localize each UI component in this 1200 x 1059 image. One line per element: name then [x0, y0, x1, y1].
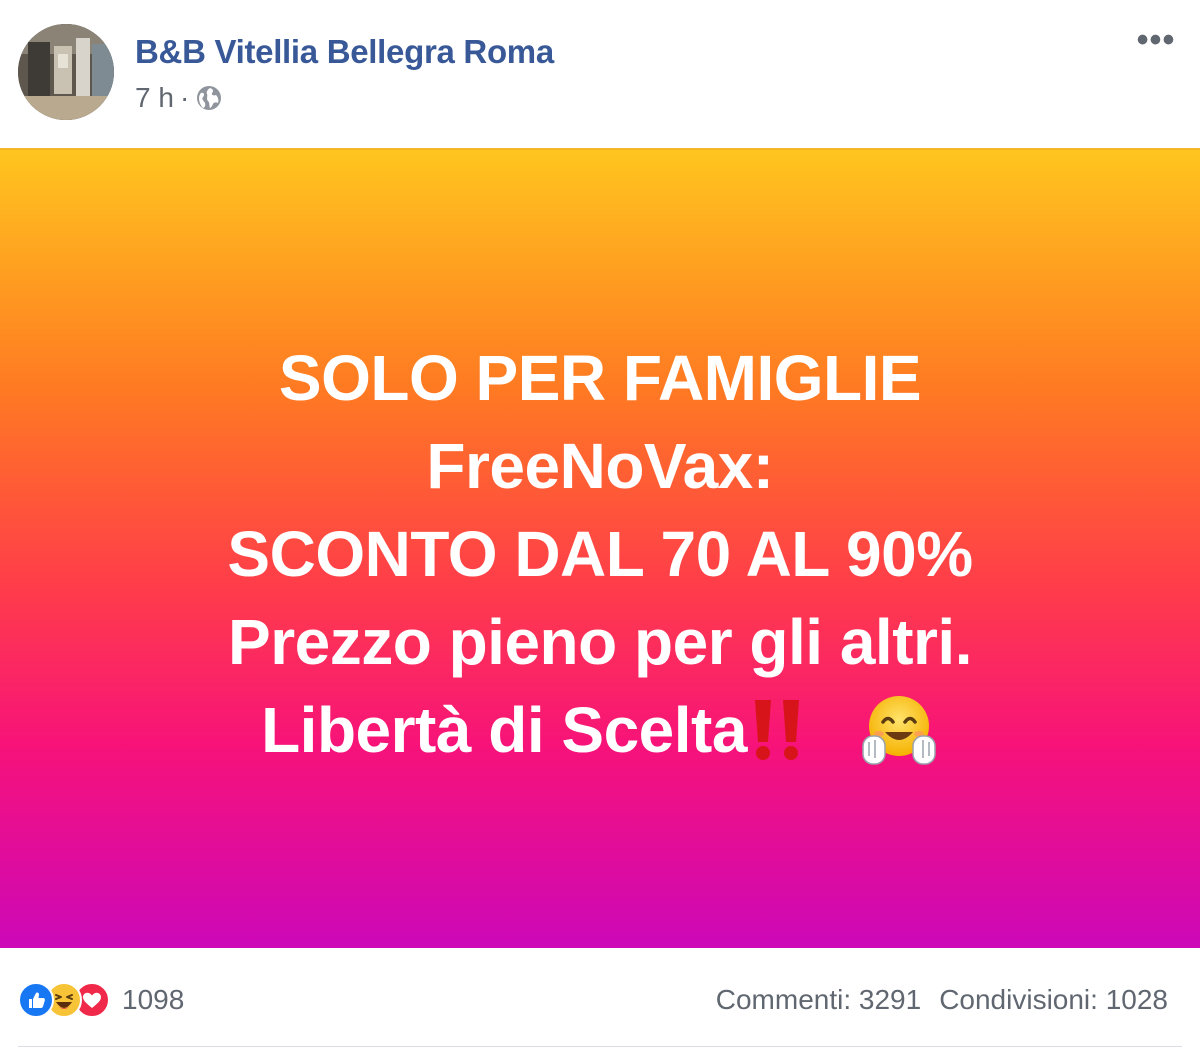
- post-text: SOLO PER FAMIGLIE FreeNoVax: SCONTO DAL …: [0, 334, 1200, 792]
- shares-count-link[interactable]: Condivisioni: 1028: [939, 984, 1168, 1016]
- avatar[interactable]: [18, 24, 114, 120]
- more-options-button[interactable]: •••: [1134, 20, 1178, 60]
- post-footer: 1098 Commenti: 3291 Condivisioni: 1028: [0, 948, 1200, 1059]
- timestamp[interactable]: 7 h: [135, 82, 174, 114]
- reactions-summary[interactable]: 1098: [18, 980, 184, 1020]
- post-line-2: FreeNoVax:: [426, 430, 774, 502]
- globe-icon: [195, 84, 223, 112]
- engagement-stats: Commenti: 3291 Condivisioni: 1028: [716, 980, 1168, 1020]
- post-meta: 7 h ·: [135, 80, 223, 116]
- meta-separator: ·: [179, 82, 190, 113]
- card-top-border: [0, 148, 1200, 150]
- comments-count-link[interactable]: Commenti: 3291: [716, 984, 921, 1016]
- avatar-photo: [18, 24, 114, 120]
- footer-divider: [18, 1046, 1182, 1047]
- like-icon: [18, 982, 54, 1018]
- facebook-post: B&B Vitellia Bellegra Roma 7 h · ••• SOL…: [0, 0, 1200, 1059]
- double-exclamation-icon: [749, 696, 807, 784]
- colored-text-post: SOLO PER FAMIGLIE FreeNoVax: SCONTO DAL …: [0, 148, 1200, 948]
- post-line-5-wrap: Libertà di Scelta: [0, 686, 1200, 792]
- post-header: B&B Vitellia Bellegra Roma 7 h · •••: [0, 0, 1200, 148]
- post-line-3: SCONTO DAL 70 AL 90%: [227, 518, 973, 590]
- reaction-count: 1098: [122, 984, 185, 1015]
- post-line-1: SOLO PER FAMIGLIE: [278, 342, 922, 414]
- post-line-4: Prezzo pieno per gli altri.: [228, 606, 972, 678]
- page-name-link[interactable]: B&B Vitellia Bellegra Roma: [135, 33, 554, 71]
- post-line-5: Libertà di Scelta: [261, 694, 747, 766]
- hugging-face-icon: [859, 690, 939, 792]
